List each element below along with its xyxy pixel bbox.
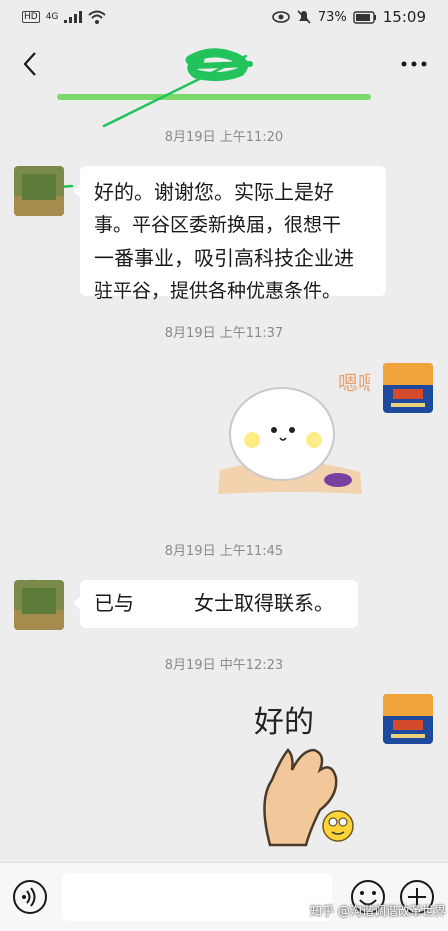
mute-bell-icon [297,10,311,24]
chat-header [0,34,448,94]
bubble-tail [73,596,81,610]
message-bubble[interactable]: 好的。谢谢您。实际上是好 事。平谷区委新换届，很想干 一番事业，吸引高科技企业进… [73,166,386,302]
battery-icon [353,10,376,24]
message-text-suffix: 女士取得联系。 [194,591,334,615]
more-dots-icon [401,61,427,67]
avatar-self[interactable] [383,363,433,413]
sticker-ok[interactable]: 好的 [240,690,370,850]
message-line: 驻平谷，提供各种优惠条件。 [94,280,342,302]
sticker-seal[interactable]: 嗯嗯 [210,360,378,500]
ok-hand-sticker-image: 好的 [254,705,354,847]
chevron-left-icon [23,52,36,76]
message-line: 一番事业，吸引高科技企业进 [94,246,354,270]
message-line: 好的。谢谢您。实际上是好 [94,180,334,204]
avatar-image [14,580,64,630]
avatar[interactable] [14,166,64,216]
battery-percent: 73% [317,9,347,25]
sticker-caption: 嗯嗯 [338,371,370,395]
input-bar [0,862,448,931]
hd-badge: HD [22,11,40,23]
avatar-image [14,166,64,216]
back-button[interactable] [16,44,44,84]
message-input[interactable] [62,873,332,921]
book-cover-image [383,694,433,744]
watermark: 知乎 @沟谐调谐改革世界 [310,904,446,918]
message-line: 事。平谷区委新换届，很想干 [94,214,342,236]
message-timestamp: 8月19日 上午11:45 [164,544,284,559]
signal-icon [64,11,83,23]
eye-icon [272,11,290,23]
network-type: 4G [45,12,59,22]
seal-sticker-image: 嗯嗯 [218,371,378,494]
book-cover-image [383,363,433,413]
clock: 15:09 [382,8,426,26]
status-bar: HD 4G 73% 15:09 [0,0,448,34]
bubble-tail [73,184,81,198]
message-bubble[interactable]: 已与 女士取得联系。 [73,580,358,628]
avatar[interactable] [14,580,64,630]
status-left: HD 4G [22,10,107,24]
more-button[interactable] [396,44,432,84]
voice-icon [13,880,47,914]
message-timestamp: 8月19日 上午11:20 [164,130,284,145]
message-timestamp: 8月19日 中午12:23 [164,658,284,673]
status-right: 73% 15:09 [272,8,426,26]
message-text-prefix: 已与 [94,591,134,615]
voice-button[interactable] [12,879,48,915]
sticker-caption: 好的 [254,705,314,740]
avatar-self[interactable] [383,694,433,744]
wifi-icon [88,10,107,24]
message-timestamp: 8月19日 上午11:37 [164,326,284,341]
